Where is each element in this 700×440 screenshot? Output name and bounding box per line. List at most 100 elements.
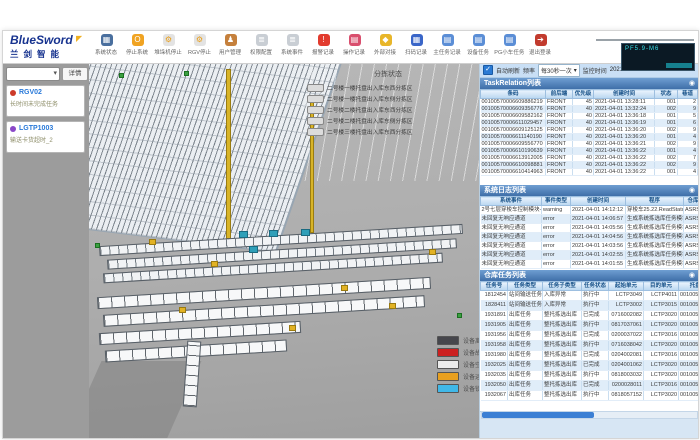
column-header[interactable]: 优先级 [573, 90, 594, 99]
toolbar-label: PG小车任务 [494, 47, 524, 55]
legend-item: 设备运行 [437, 370, 479, 382]
table-cell: 002 [655, 162, 678, 169]
alarm-card-lgtp1003[interactable]: LGTP1003输送卡货超时_2 [6, 121, 85, 153]
table-row[interactable]: 1932067出库任务整托拣选出库执行中0818057152LCTP302000… [481, 391, 700, 401]
sort-area-item[interactable]: 二号楼三楼托盘出入库东西分拣区 [307, 126, 469, 137]
table-row[interactable]: 00100570006609582162FRONT402021-04-01 13… [481, 113, 700, 120]
table-row[interactable]: 00100570006611029457FRONT402021-04-01 13… [481, 120, 700, 127]
column-header[interactable]: 条码 [481, 90, 546, 99]
table-row[interactable]: 00100570006609886219FRONT452021-04-01 13… [481, 99, 700, 106]
table-row[interactable]: 未回复无响应通道error2021-04-01 14:04:56生成系统拣选库任… [481, 233, 700, 242]
table-cell: 整托拣选出库 [543, 331, 582, 341]
toolbar-stacker-stop[interactable]: ⚙堆垛机停止 [153, 34, 184, 56]
toolbar-logout[interactable]: ➔退出登录 [525, 34, 556, 56]
sort-area-checkbox[interactable] [307, 106, 324, 114]
sort-area-checkbox[interactable] [307, 117, 324, 125]
table-row[interactable]: 1932035出库任务整托拣选出库执行中0818003032LCTP302000… [481, 371, 700, 381]
column-header[interactable]: 楼层 [698, 90, 700, 99]
table-row[interactable]: 1828411站间输送任务入库异常执行中LCTP3002LCTP30150010… [481, 301, 700, 311]
table-row[interactable]: 未回复无响应通道error2021-04-01 14:05:56生成系统拣选库任… [481, 224, 700, 233]
table-cell: 已完成 [582, 351, 609, 361]
panel-collapse-icon[interactable]: ◉ [689, 270, 695, 281]
column-header[interactable]: 前后端 [546, 90, 573, 99]
panel-collapse-icon[interactable]: ◉ [689, 185, 695, 196]
column-header[interactable]: 任务状态 [582, 282, 609, 291]
panel-collapse-icon[interactable]: ◉ [689, 78, 695, 89]
sort-area-item[interactable]: 二号楼二楼托盘出入库东侧分拣区 [307, 115, 469, 126]
toolbar-device-tasks[interactable]: ▤设备任务 [463, 34, 494, 56]
detail-button[interactable]: 详情 [62, 67, 88, 81]
toolbar-operation-records[interactable]: ▤操作记录 [339, 34, 370, 56]
table-row[interactable]: 00100570006613912005FRONT402021-04-01 13… [481, 155, 700, 162]
table-row[interactable]: 2号七层穿梭车控制模块-平滑升级warning2021-04-01 14:12:… [481, 206, 700, 215]
sort-area-checkbox[interactable] [307, 84, 324, 92]
device-filter-select[interactable]: ▾ [6, 67, 60, 81]
table-row[interactable]: 1931905出库任务整托拣选出库执行中0817037061LCTP302000… [481, 321, 700, 331]
table-row[interactable]: 00100570006610414963FRONT402021-04-01 13… [481, 169, 700, 176]
table-row[interactable]: 1812454站间输送任务入库异常执行中LCTP3049LCTP40110010… [481, 291, 700, 301]
sort-area-checkbox[interactable] [307, 128, 324, 136]
table-row[interactable]: 未回复无响应通道error2021-04-01 14:02:55生成系统拣选库任… [481, 251, 700, 260]
auto-refresh-checkbox[interactable]: ✓ [483, 65, 493, 75]
column-header[interactable]: 任务号 [481, 282, 508, 291]
table-row[interactable]: 1931980出库任务整托拣选出库已完成0204002081LCTP301600… [481, 351, 700, 361]
table-row[interactable]: 00100570006611140190FRONT402021-04-01 13… [481, 134, 700, 141]
column-header[interactable]: 任务子类型 [543, 282, 582, 291]
table-cell: 2021-04-01 13:36:22 [594, 162, 655, 169]
scrollbar-thumb[interactable] [482, 412, 594, 418]
table-row[interactable]: 1931956出库任务整托拣选出库已完成0200037022LCTP301600… [481, 331, 700, 341]
table-row[interactable]: 00100570006609356776FRONT402021-04-01 13… [481, 106, 700, 113]
mini-monitor-tile[interactable]: PF5.9-M6 [621, 43, 695, 71]
table-cell: 1 [698, 99, 700, 106]
column-header[interactable]: 事件类型 [542, 197, 571, 206]
legend-swatch [437, 372, 459, 381]
column-header[interactable]: 程序 [626, 197, 684, 206]
toolbar-system-events[interactable]: ≣系统事件 [277, 34, 308, 56]
column-header[interactable]: 创建时间 [571, 197, 626, 206]
table-row[interactable]: 00100570006609556770FRONT402021-04-01 13… [481, 141, 700, 148]
column-header[interactable]: 巷道 [678, 90, 698, 99]
sort-area-item[interactable]: 二号楼一楼托盘出入库东西分拣区 [307, 82, 469, 93]
toolbar-pg-cart-tasks[interactable]: ▤PG小车任务 [494, 34, 525, 56]
column-header[interactable]: 任务类型 [508, 282, 543, 291]
table-row[interactable]: 1932025出库任务整托拣选出库已完成0204001062LCTP302000… [481, 361, 700, 371]
column-header[interactable]: 起始单元 [609, 282, 644, 291]
table-cell: 2021-04-01 13:32:24 [594, 106, 655, 113]
toolbar-permission-config[interactable]: ≣权限配置 [246, 34, 277, 56]
toolbar-external-interface[interactable]: ◆外部对接 [370, 34, 401, 56]
toolbar-main-task-records[interactable]: ▤主任务记录 [432, 34, 463, 56]
toolbar-rgv-stop[interactable]: ⚙RGV停止 [184, 34, 215, 56]
column-header[interactable]: 系统事件 [481, 197, 542, 206]
column-header[interactable]: 目的单元 [644, 282, 679, 291]
toolbar-scan-records[interactable]: ▦扫码记录 [401, 34, 432, 56]
table-row[interactable]: 1931958出库任务整托拣选出库执行中0716038042LCTP302000… [481, 341, 700, 351]
scan-records-icon: ▦ [411, 34, 423, 46]
table-cell: LCTP3020 [644, 361, 679, 371]
toolbar-stop-system[interactable]: O停止系统 [122, 34, 153, 56]
horizontal-scrollbar[interactable] [481, 411, 698, 419]
alarm-card-rgv02[interactable]: RGV02长时间未完成任务 [6, 85, 85, 117]
sort-area-checkbox[interactable] [307, 95, 324, 103]
toolbar-alarm-records[interactable]: !报警记录 [308, 34, 339, 56]
frequency-select[interactable]: 每30秒一次 ▾ [538, 64, 580, 77]
table-row[interactable]: 未回复无响应通道error2021-04-01 14:01:55生成系统拣选库任… [481, 260, 700, 269]
sort-area-item[interactable]: 二号楼二楼托盘出入库东西分拣区 [307, 104, 469, 115]
column-header[interactable]: 仓库编码 [684, 197, 700, 206]
table-cell: 执行中 [582, 301, 609, 311]
table-row[interactable]: 00100570006610190639FRONT402021-04-01 13… [481, 148, 700, 155]
table-row[interactable]: 00100570006609125125FRONT402021-04-01 13… [481, 127, 700, 134]
table-row[interactable]: 未回复无响应通道error2021-04-01 14:03:56生成系统拣选库任… [481, 242, 700, 251]
table-row[interactable]: 00100570006610098881FRONT402021-04-01 13… [481, 162, 700, 169]
permission-config-icon: ≣ [256, 34, 268, 46]
column-header[interactable]: 状态 [655, 90, 678, 99]
table-row[interactable]: 1931891出库任务整托拣选出库已完成0716002082LCTP302000… [481, 311, 700, 321]
table-row[interactable]: 1932050出库任务整托拣选出库已完成0200028011LCTP301600… [481, 381, 700, 391]
sort-area-item[interactable]: 二号楼一楼托盘出入库东侧分拣区 [307, 93, 469, 104]
warehouse-3d-view[interactable]: 分拣状态 二号楼一楼托盘出入库东西分拣区二号楼一楼托盘出入库东侧分拣区二号楼二楼… [89, 63, 479, 438]
table-row[interactable]: 未回复无响应通道error2021-04-01 14:06:57生成系统拣选库任… [481, 215, 700, 224]
column-header[interactable]: 创建时间 [594, 90, 655, 99]
toolbar-user-management[interactable]: ♟用户管理 [215, 34, 246, 56]
toolbar-system-status[interactable]: ▦系统状态 [91, 34, 122, 56]
column-header[interactable]: 托盘号 [679, 282, 700, 291]
table-cell: 9 [678, 127, 698, 134]
